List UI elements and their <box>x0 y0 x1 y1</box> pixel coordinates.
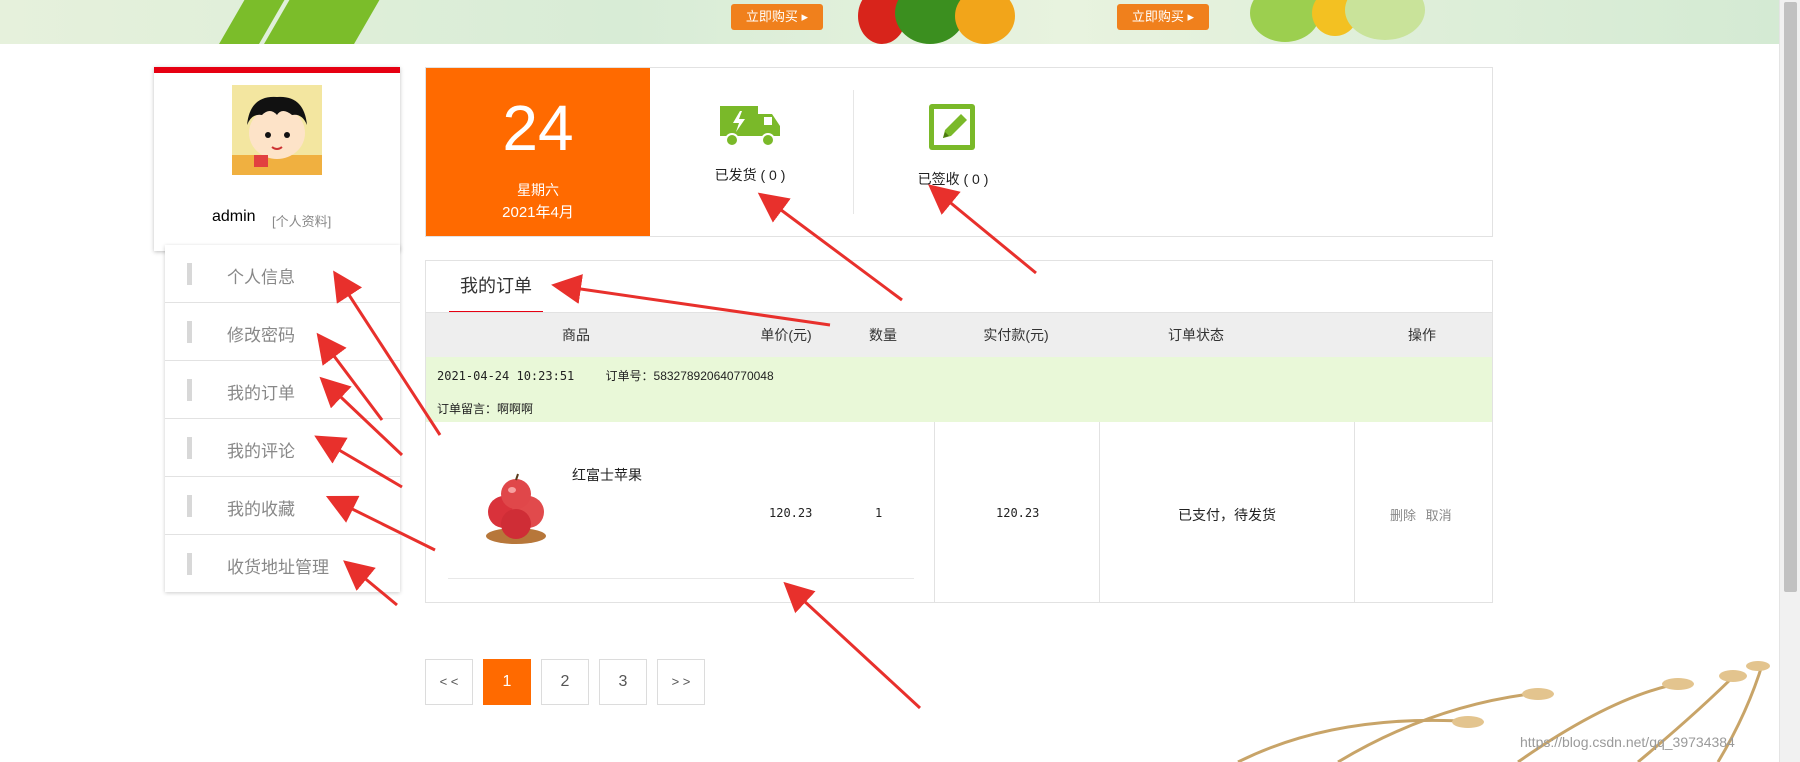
sidebar-item-my-reviews[interactable]: 我的评论 <box>165 419 400 477</box>
sidebar-item-personal-info[interactable]: 个人信息 <box>165 245 400 303</box>
cancel-order-link[interactable]: 取消 <box>1426 508 1452 523</box>
order-info: 2021-04-24 10:23:51 订单号：5832789206407700… <box>426 357 1492 422</box>
sidebar-item-label: 我的评论 <box>227 442 295 461</box>
scrollbar[interactable] <box>1779 0 1800 762</box>
top-banner: 立即购买 ▸ 立即购买 ▸ <box>0 0 1780 44</box>
date-day: 24 <box>502 92 574 164</box>
menu-bar-marker <box>187 495 192 517</box>
avatar-image <box>232 85 322 175</box>
buy-now-button[interactable]: 立即购买 ▸ <box>731 4 823 30</box>
order-note: 订单留言：啊啊啊 <box>437 402 534 416</box>
sidebar-item-my-favorites[interactable]: 我的收藏 <box>165 477 400 535</box>
orders-table-header: 商品 单价(元) 数量 实付款(元) 订单状态 操作 <box>426 312 1492 358</box>
order-meta: 2021-04-24 10:23:51 订单号：5832789206407700… <box>437 367 774 384</box>
product-name[interactable]: 红富士苹果 <box>572 465 642 485</box>
pepper-image <box>955 0 1015 44</box>
order-actions: 删除 取消 <box>1387 505 1455 524</box>
profile-card: admin [个人资料] <box>154 67 400 251</box>
sidebar-item-label: 我的收藏 <box>227 500 295 519</box>
sidebar-item-label: 收货地址管理 <box>227 558 329 577</box>
sidebar-item-change-password[interactable]: 修改密码 <box>165 303 400 361</box>
signed-status[interactable]: 已签收 ( 0 ) <box>878 102 1028 189</box>
date-year-month: 2021年4月 <box>502 204 574 221</box>
column-header-paid: 实付款(元) <box>983 327 1049 343</box>
vegetable-image <box>1345 0 1425 40</box>
scrollbar-thumb[interactable] <box>1784 2 1797 592</box>
table-row: 红富士苹果 120.23 1 120.23 已支付，待发货 删除 取消 <box>426 422 1492 602</box>
order-status: 已支付，待发货 <box>1178 507 1276 523</box>
paid-amount: 120.23 <box>996 506 1040 520</box>
tab-my-orders[interactable]: 我的订单 <box>449 261 543 314</box>
shipped-status[interactable]: 已发货 ( 0 ) <box>675 102 825 185</box>
buy-now-button[interactable]: 立即购买 ▸ <box>1117 4 1209 30</box>
signed-count: 已签收 ( 0 ) <box>917 171 989 187</box>
page-prev-button[interactable]: < < <box>425 659 473 705</box>
username: admin <box>212 208 256 225</box>
column-header-product: 商品 <box>562 327 590 343</box>
page-button-3[interactable]: 3 <box>599 659 647 705</box>
menu-bar-marker <box>187 321 192 343</box>
date-weekday: 星期六 <box>517 182 559 198</box>
truck-icon <box>720 106 780 147</box>
date-block: 24 星期六 2021年4月 <box>426 68 650 236</box>
sidebar-item-label: 修改密码 <box>227 326 295 345</box>
vegetable-image <box>1250 0 1320 42</box>
column-header-actions: 操作 <box>1408 327 1436 343</box>
annotation-arrow <box>783 581 922 710</box>
menu-bar-marker <box>187 263 192 285</box>
sidebar-item-label: 个人信息 <box>227 268 295 287</box>
divider <box>853 90 854 214</box>
order-status-summary: 24 星期六 2021年4月 已发货 ( 0 ) 已签收 ( 0 ) <box>425 67 1493 237</box>
order-number: 订单号：583278920640770048 <box>605 369 774 383</box>
sidebar-item-address-management[interactable]: 收货地址管理 <box>165 535 400 592</box>
product-image[interactable] <box>476 468 556 548</box>
divider <box>1099 422 1100 602</box>
column-header-status: 订单状态 <box>1168 327 1224 343</box>
watermark-text: https://blog.csdn.net/qq_39734384 <box>1520 734 1735 750</box>
avatar[interactable] <box>232 85 322 175</box>
profile-link[interactable]: [个人资料] <box>272 211 331 230</box>
order-datetime: 2021-04-24 10:23:51 <box>437 369 575 383</box>
sidebar-menu: 个人信息 修改密码 我的订单 我的评论 我的收藏 收货地址管理 <box>165 245 400 592</box>
shipped-count: 已发货 ( 0 ) <box>714 167 786 183</box>
unit-price: 120.23 <box>769 506 813 520</box>
quantity: 1 <box>875 506 883 520</box>
page-button-1[interactable]: 1 <box>483 659 531 705</box>
divider <box>934 422 935 602</box>
page-next-button[interactable]: > > <box>657 659 705 705</box>
menu-bar-marker <box>187 379 192 401</box>
delete-order-link[interactable]: 删除 <box>1390 508 1416 523</box>
divider <box>448 578 914 579</box>
sidebar-item-label: 我的订单 <box>227 384 295 403</box>
sidebar-item-my-orders[interactable]: 我的订单 <box>165 361 400 419</box>
orders-panel: 我的订单 商品 单价(元) 数量 实付款(元) 订单状态 操作 2021-04-… <box>425 260 1493 603</box>
column-header-unit-price: 单价(元) <box>760 327 812 343</box>
divider <box>1354 422 1355 602</box>
column-header-quantity: 数量 <box>869 327 897 343</box>
page-button-2[interactable]: 2 <box>541 659 589 705</box>
pepper-image <box>895 0 965 44</box>
menu-bar-marker <box>187 437 192 459</box>
edit-icon <box>929 104 975 150</box>
menu-bar-marker <box>187 553 192 575</box>
